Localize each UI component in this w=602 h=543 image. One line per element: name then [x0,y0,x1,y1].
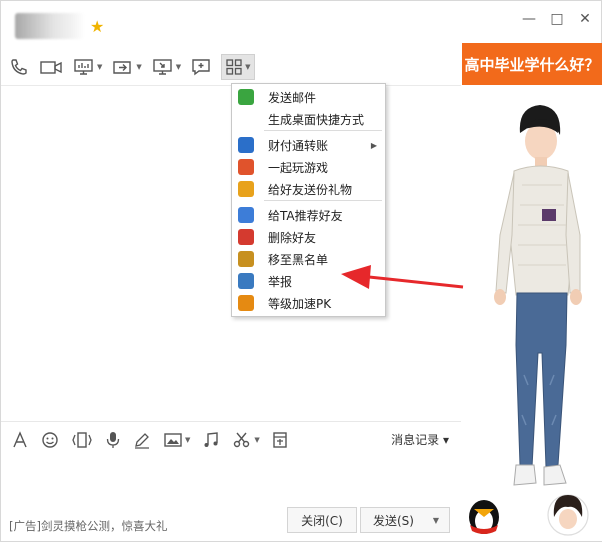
chat-window: ★ — □ ✕ ▼ ▼ ▼ ▼ ▼ ▼ 消息记录 ▾ [广告]剑灵摸枪公测，惊喜… [0,0,602,542]
annotation-arrow [341,265,464,289]
